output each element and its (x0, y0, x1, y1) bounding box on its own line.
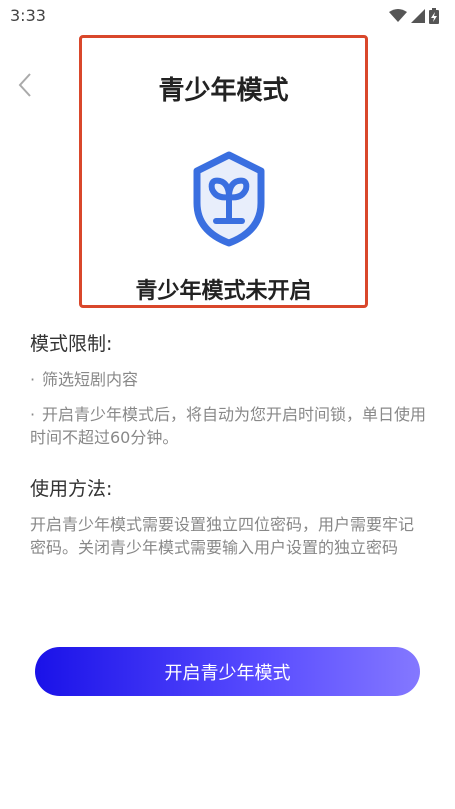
bullet: · (30, 405, 36, 424)
shield-sprout-icon (193, 151, 265, 247)
enable-teen-mode-button[interactable]: 开启青少年模式 (35, 647, 420, 696)
back-button[interactable] (10, 68, 40, 102)
usage-description: 开启青少年模式需要设置独立四位密码，用户需要牢记密码。关闭青少年模式需要输入用户… (30, 515, 415, 557)
status-bar: 3:33 (0, 0, 455, 34)
restriction-item: · 开启青少年模式后，将自动为您开启时间锁，单日使用时间不超过60分钟。 (30, 403, 430, 449)
battery-charging-icon (429, 8, 439, 24)
status-icons (389, 8, 439, 24)
restrictions-title: 模式限制: (30, 333, 113, 355)
teen-mode-header-card: 青少年模式 青少年模式未开启 (79, 35, 368, 308)
usage-title: 使用方法: (30, 478, 113, 500)
restriction-item-text: 开启青少年模式后，将自动为您开启时间锁，单日使用时间不超过60分钟。 (30, 405, 427, 447)
bullet: · (30, 370, 36, 389)
status-time: 3:33 (10, 6, 46, 25)
wifi-icon (389, 9, 407, 22)
teen-mode-status: 青少年模式未开启 (135, 279, 312, 304)
restriction-item-text: 筛选短剧内容 (42, 370, 139, 389)
page-title: 青少年模式 (158, 76, 289, 106)
signal-icon (411, 9, 425, 23)
restriction-item: · 筛选短剧内容 (30, 368, 430, 391)
chevron-left-icon (18, 73, 31, 97)
